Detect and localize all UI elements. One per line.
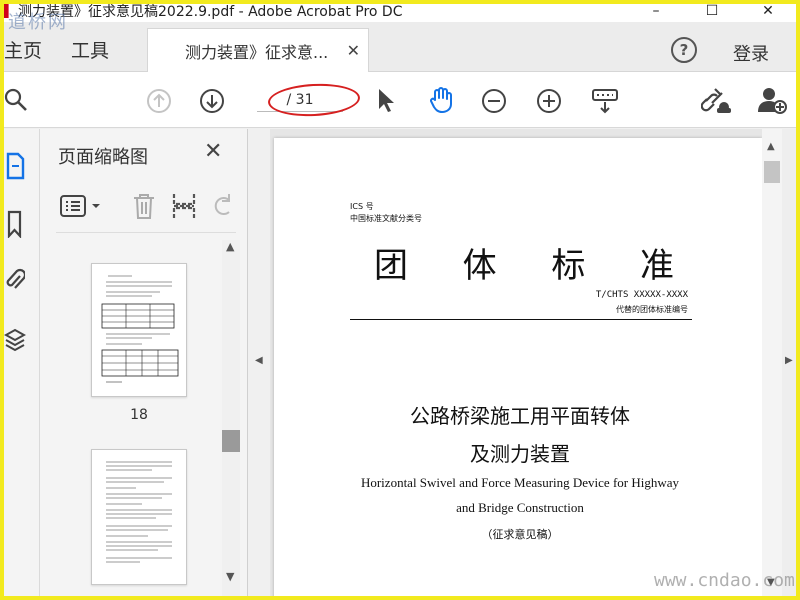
thumbnail-page-label: 18	[130, 407, 148, 423]
add-user-icon[interactable]	[756, 85, 788, 115]
login-button[interactable]: 登录	[733, 40, 769, 66]
extract-page-icon[interactable]	[170, 191, 198, 221]
search-icon[interactable]	[4, 86, 30, 114]
hand-tool-icon[interactable]	[426, 85, 456, 115]
page-thumbnail-19[interactable]	[91, 449, 187, 585]
thumbnail-list: 18	[56, 239, 222, 596]
tab-home[interactable]: 主页	[4, 36, 42, 63]
minimize-button[interactable]: –	[628, 0, 684, 22]
zoom-out-icon[interactable]	[480, 87, 508, 115]
panel-title: 页面缩略图	[58, 147, 148, 168]
header-rule	[350, 319, 692, 320]
standard-type-title: 团 体 标 准	[374, 238, 674, 287]
ics-number: ICS 号 中国标准文献分类号	[350, 201, 422, 225]
page-thumbnails-icon[interactable]	[4, 151, 26, 181]
right-panel-toggle[interactable]: ▶	[782, 129, 796, 596]
thumbnail-options-icon[interactable]	[58, 193, 104, 219]
help-icon[interactable]: ?	[671, 37, 697, 63]
panel-collapse-bar[interactable]: ◀	[248, 129, 270, 596]
page-thumbnail-18[interactable]	[91, 263, 187, 397]
maximize-button[interactable]: ☐	[684, 0, 740, 22]
chinese-title-line-2: 及测力装置	[470, 442, 570, 466]
standard-number-note: 代替的团体标准编号	[616, 305, 688, 314]
watermark-top: 道桥网	[8, 12, 68, 33]
panel-toolbar	[56, 181, 236, 233]
ics-label: ICS 号	[350, 202, 374, 211]
next-page-icon[interactable]	[198, 87, 226, 115]
tab-document[interactable]: 测力装置》征求意... ✕	[147, 28, 369, 72]
doc-scroll-up-icon[interactable]: ▲	[767, 141, 775, 152]
thumbnail-scroll-thumb[interactable]	[222, 430, 240, 452]
rotate-page-icon[interactable]	[210, 191, 234, 221]
pdf-page: ICS 号 中国标准文献分类号 团 体 标 准 T/CHTS XXXXX-XXX…	[274, 138, 762, 596]
scroll-up-icon[interactable]: ▲	[226, 240, 234, 253]
delete-page-icon[interactable]	[130, 191, 158, 221]
title-char: 体	[462, 246, 497, 286]
draft-label: （征求意见稿）	[481, 528, 559, 541]
window-title: 测力装置》征求意见稿2022.9.pdf - Adobe Acrobat Pro…	[18, 4, 403, 20]
share-link-icon[interactable]	[700, 85, 732, 115]
thumbnail-scrollbar[interactable]: ▲ ▼	[222, 240, 240, 596]
thumbnails-panel: 页面缩略图 ✕ 18	[40, 129, 248, 596]
document-scrollbar[interactable]: ▲ ▼	[762, 129, 782, 596]
classification-label: 中国标准文献分类号	[350, 214, 422, 223]
tab-bar: 主页 工具 测力装置》征求意... ✕ ? 登录	[4, 22, 796, 72]
layers-icon[interactable]	[4, 325, 26, 355]
tab-document-label: 测力装置》征求意...	[185, 42, 329, 62]
panel-close-icon[interactable]: ✕	[204, 139, 222, 164]
document-scroll-thumb[interactable]	[764, 161, 780, 183]
window-controls: – ☐ ✕	[628, 0, 796, 22]
title-char: 团	[374, 246, 408, 286]
tab-close-icon[interactable]: ✕	[347, 41, 360, 60]
chinese-title-line-1: 公路桥梁施工用平面转体	[410, 404, 630, 428]
toolbar: / 31	[4, 72, 796, 128]
bookmarks-icon[interactable]	[4, 209, 26, 239]
tab-tools[interactable]: 工具	[71, 36, 109, 63]
previous-page-icon[interactable]	[145, 87, 173, 115]
watermark-bottom: www.cndao.com	[654, 570, 795, 591]
english-title-line-1: Horizontal Swivel and Force Measuring De…	[360, 475, 680, 490]
title-char: 标	[551, 246, 586, 286]
attachments-icon[interactable]	[4, 265, 26, 295]
zoom-in-icon[interactable]	[535, 87, 563, 115]
scroll-down-icon[interactable]: ▼	[226, 570, 234, 583]
english-title-line-2: and Bridge Construction	[456, 500, 584, 515]
collapse-left-icon[interactable]: ◀	[255, 355, 263, 366]
keyboard-scroll-icon[interactable]	[590, 86, 620, 116]
document-view: ICS 号 中国标准文献分类号 团 体 标 准 T/CHTS XXXXX-XXX…	[270, 129, 762, 596]
standard-number: T/CHTS XXXXX-XXXX	[595, 290, 688, 300]
close-window-button[interactable]: ✕	[740, 0, 796, 22]
left-navigation-rail	[4, 129, 40, 596]
title-char: 准	[639, 246, 674, 286]
title-bar: ▌ 测力装置》征求意见稿2022.9.pdf - Adobe Acrobat P…	[4, 0, 796, 22]
expand-right-icon[interactable]: ▶	[785, 355, 793, 366]
select-cursor-icon[interactable]	[374, 86, 398, 114]
